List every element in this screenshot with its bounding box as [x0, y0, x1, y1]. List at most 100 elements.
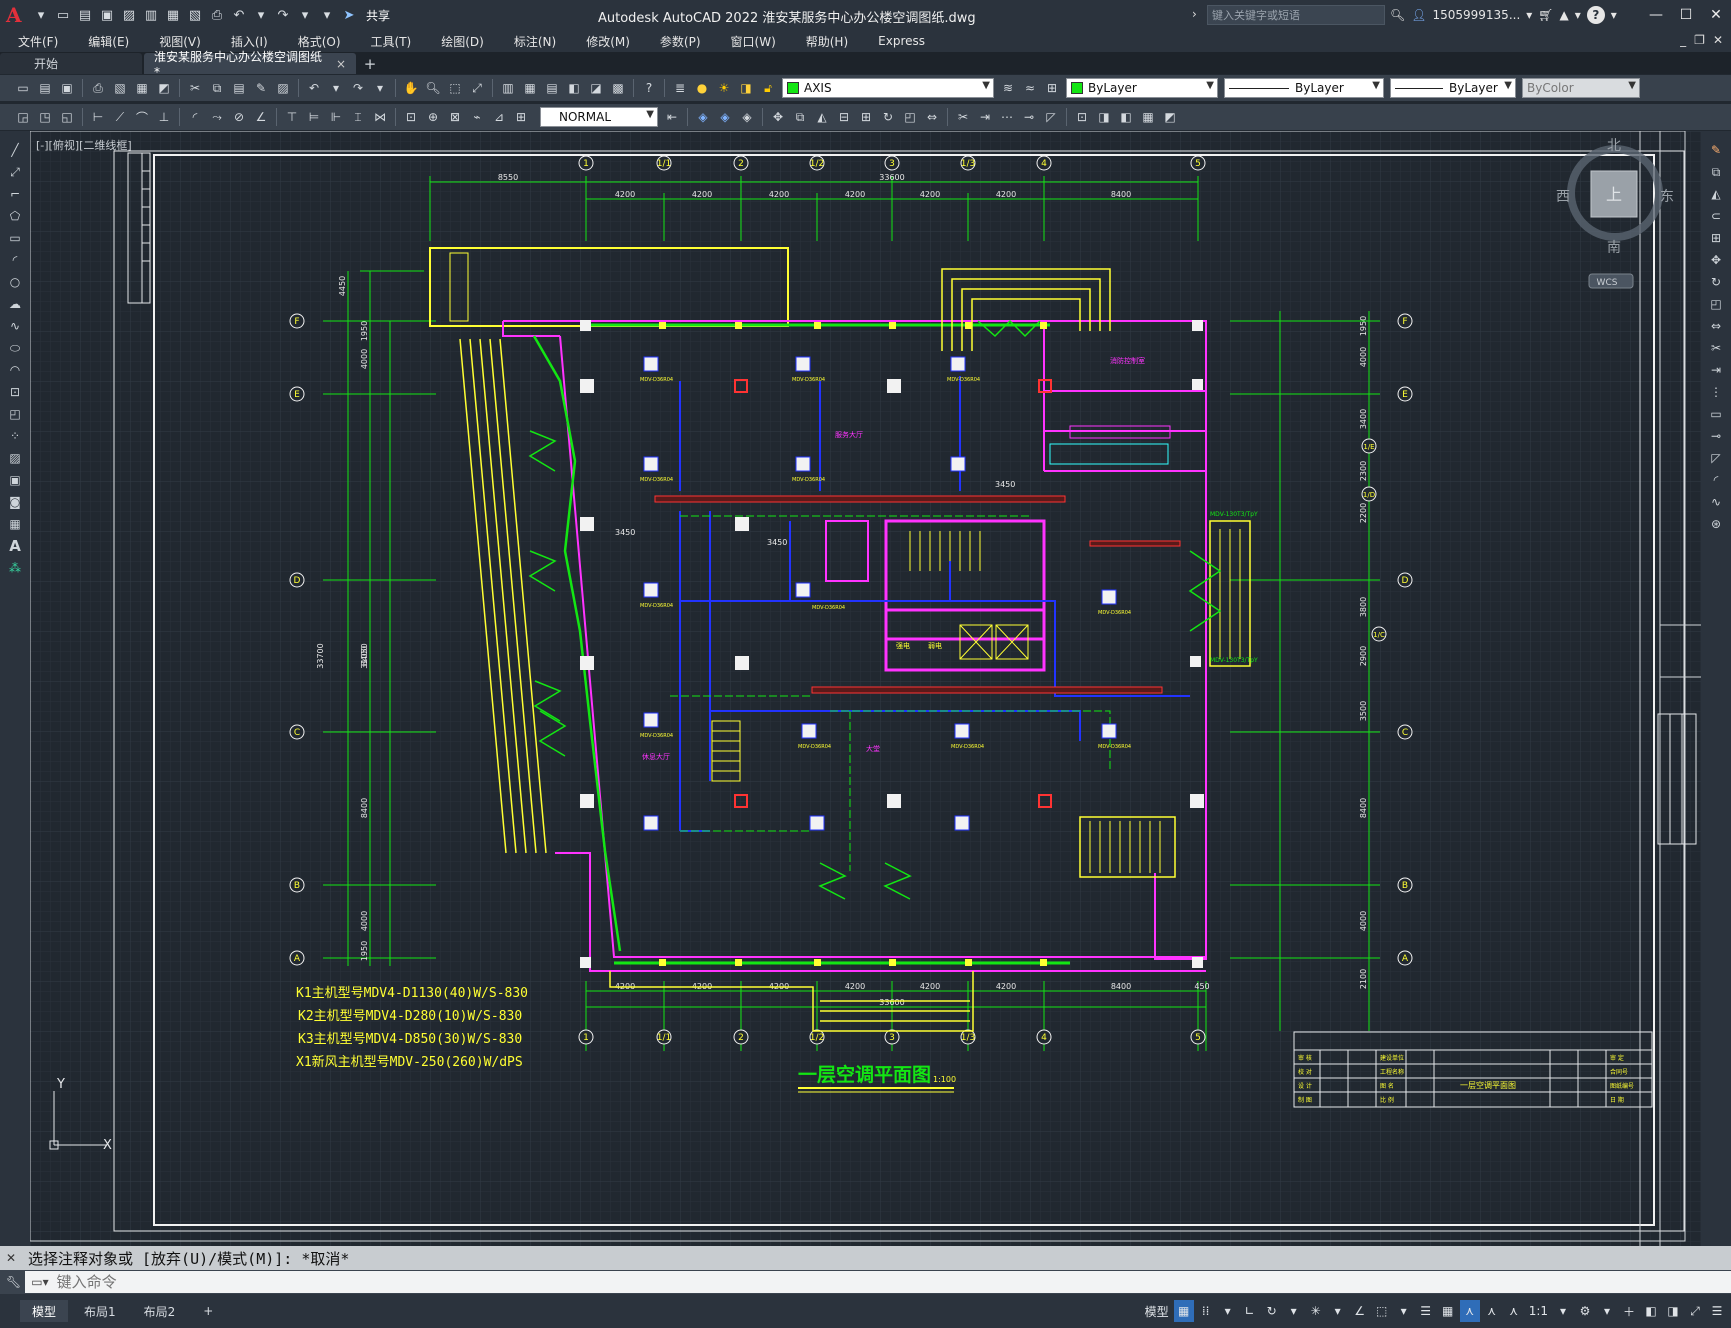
isodraft-dropdown-icon[interactable]: ▾: [1328, 1300, 1348, 1322]
ordinate-dim-icon[interactable]: ⊥: [155, 108, 173, 126]
layout-tab-2[interactable]: 布局2: [132, 1300, 188, 1322]
hatch-icon[interactable]: ▨: [6, 449, 24, 467]
polygon-icon[interactable]: ⬠: [6, 207, 24, 225]
copy-icon[interactable]: ⧉: [208, 79, 226, 97]
user-icon[interactable]: 👤︎: [1411, 8, 1426, 22]
save-tb-icon[interactable]: ▣: [58, 79, 76, 97]
zoom-window-icon[interactable]: ⬚: [446, 79, 464, 97]
tolerance-icon[interactable]: ⊡: [402, 108, 420, 126]
isodraft-icon[interactable]: ✳: [1306, 1300, 1326, 1322]
sheet-set-icon[interactable]: ◧: [565, 79, 583, 97]
array-icon[interactable]: ⊞: [857, 108, 875, 126]
make-block-icon[interactable]: ◨: [1095, 108, 1113, 126]
design-center-icon[interactable]: ▦: [521, 79, 539, 97]
table-icon[interactable]: ▦: [1139, 108, 1157, 126]
help-dropdown-icon[interactable]: ▾: [1611, 8, 1617, 22]
linetype-dropdown[interactable]: ByLayer ▼: [1224, 78, 1384, 98]
layer-lock-icon[interactable]: 🔓︎: [759, 79, 777, 97]
point-icon[interactable]: ⁘: [6, 427, 24, 445]
share-icon[interactable]: ➤: [340, 6, 358, 24]
mirror-modify-icon[interactable]: ◭: [1707, 185, 1725, 203]
dimstyle-dropdown[interactable]: NORMAL ▼: [540, 107, 658, 127]
region-icon[interactable]: ◩: [1161, 108, 1179, 126]
snap-icon[interactable]: ⁞⁞: [1196, 1300, 1216, 1322]
pan-icon[interactable]: ✋: [402, 79, 420, 97]
cart-icon[interactable]: 🛒︎: [1538, 8, 1553, 22]
join-icon[interactable]: ⊸: [1020, 108, 1038, 126]
move-modify-icon[interactable]: ✥: [1707, 251, 1725, 269]
layer-dropdown[interactable]: AXIS ▼: [782, 78, 994, 98]
print-icon[interactable]: ⎙: [208, 6, 226, 24]
menu-file[interactable]: 文件(F): [0, 33, 70, 50]
dim-tedit-icon[interactable]: ◱: [58, 108, 76, 126]
join-modify-icon[interactable]: ⊸: [1707, 427, 1725, 445]
menu-draw[interactable]: 绘图(D): [423, 33, 496, 50]
search-input[interactable]: 键入关键字或短语: [1207, 5, 1385, 25]
command-input-box[interactable]: ▭▾: [25, 1271, 1731, 1293]
array-modify-icon[interactable]: ⊞: [1707, 229, 1725, 247]
command-prompt-icon[interactable]: ▭▾: [31, 1275, 48, 1289]
customize-icon[interactable]: 🔧︎: [6, 1275, 21, 1289]
extend-icon[interactable]: ⇥: [976, 108, 994, 126]
viewport-label[interactable]: [-][俯视][二维线框]: [36, 137, 132, 153]
jogged-dim-icon[interactable]: ⤳: [208, 108, 226, 126]
layer-properties-icon[interactable]: ≣: [671, 79, 689, 97]
table-draw-icon[interactable]: ▦: [6, 515, 24, 533]
save-as-icon[interactable]: ▨: [120, 6, 138, 24]
extend-modify-icon[interactable]: ⇥: [1707, 361, 1725, 379]
zoom-realtime-icon[interactable]: 🔍︎: [424, 79, 442, 97]
publish-icon[interactable]: ▦: [133, 79, 151, 97]
doc-minimize-icon[interactable]: _: [1680, 33, 1686, 47]
menu-dimension[interactable]: 标注(N): [496, 33, 568, 50]
viewcube-top[interactable]: 上: [1606, 185, 1622, 204]
undo-tb-dropdown-icon[interactable]: ▾: [327, 79, 345, 97]
cut-icon[interactable]: ✂: [186, 79, 204, 97]
layer-states-icon[interactable]: ⊞: [1043, 79, 1061, 97]
trim-modify-icon[interactable]: ✂: [1707, 339, 1725, 357]
menu-modify[interactable]: 修改(M): [568, 33, 642, 50]
tab-drawing[interactable]: 淮安某服务中心办公楼空调图纸* ×: [144, 50, 356, 79]
close-command-icon[interactable]: ✕: [6, 1251, 22, 1265]
workspace-gear-icon[interactable]: ⚙: [1575, 1300, 1595, 1322]
dim-update-icon[interactable]: ⊿: [490, 108, 508, 126]
block-editor-icon[interactable]: ▨: [274, 79, 292, 97]
viewcube-north[interactable]: 北: [1607, 138, 1621, 154]
maximize-icon[interactable]: ☐: [1671, 0, 1701, 30]
new-file-icon[interactable]: ▭: [54, 6, 72, 24]
lineweight-icon[interactable]: ☰: [1416, 1300, 1436, 1322]
connect-dropdown-icon[interactable]: ▾: [1575, 8, 1581, 22]
grid-icon[interactable]: ▦: [1173, 1300, 1194, 1322]
add-layout-button[interactable]: +: [191, 1300, 225, 1322]
user-name[interactable]: 1505999135...: [1432, 8, 1520, 22]
osnap-icon[interactable]: ⬚: [1372, 1300, 1392, 1322]
inspect-icon[interactable]: ⊠: [446, 108, 464, 126]
redo-tb-dropdown-icon[interactable]: ▾: [371, 79, 389, 97]
viewcube-west[interactable]: 西: [1556, 189, 1570, 205]
radius-dim-icon[interactable]: ◜: [186, 108, 204, 126]
menu-view[interactable]: 视图(V): [141, 33, 213, 50]
explode-icon[interactable]: ⊛: [1707, 515, 1725, 533]
linear-dim-icon[interactable]: ⊢: [89, 108, 107, 126]
user-dropdown-icon[interactable]: ▾: [1526, 8, 1532, 22]
preview-icon[interactable]: ▧: [111, 79, 129, 97]
customization-icon[interactable]: ☰: [1707, 1300, 1727, 1322]
annotation-scale-value[interactable]: 1:1: [1526, 1300, 1551, 1322]
match-properties-icon[interactable]: ✎: [252, 79, 270, 97]
layer-previous-icon[interactable]: ≈: [1021, 79, 1039, 97]
break-point-icon[interactable]: ⋮: [1707, 383, 1725, 401]
scale-modify-icon[interactable]: ◰: [1707, 295, 1725, 313]
polar-icon[interactable]: ↻: [1262, 1300, 1282, 1322]
rectangle-icon[interactable]: ▭: [6, 229, 24, 247]
rotate-modify-icon[interactable]: ↻: [1707, 273, 1725, 291]
line-icon[interactable]: ╱: [6, 141, 24, 159]
customize-qat-icon[interactable]: ▾: [318, 6, 336, 24]
minimize-icon[interactable]: —: [1641, 0, 1671, 30]
save-web-icon[interactable]: ▦: [164, 6, 182, 24]
isolate-icon[interactable]: ◧: [1641, 1300, 1661, 1322]
undo-icon[interactable]: ↶: [230, 6, 248, 24]
viewcube-east[interactable]: 东: [1660, 189, 1674, 205]
region-draw-icon[interactable]: ◙: [6, 493, 24, 511]
dim-override-icon[interactable]: ⊞: [512, 108, 530, 126]
redo-dropdown-icon[interactable]: ▾: [296, 6, 314, 24]
rotate-icon[interactable]: ↻: [879, 108, 897, 126]
